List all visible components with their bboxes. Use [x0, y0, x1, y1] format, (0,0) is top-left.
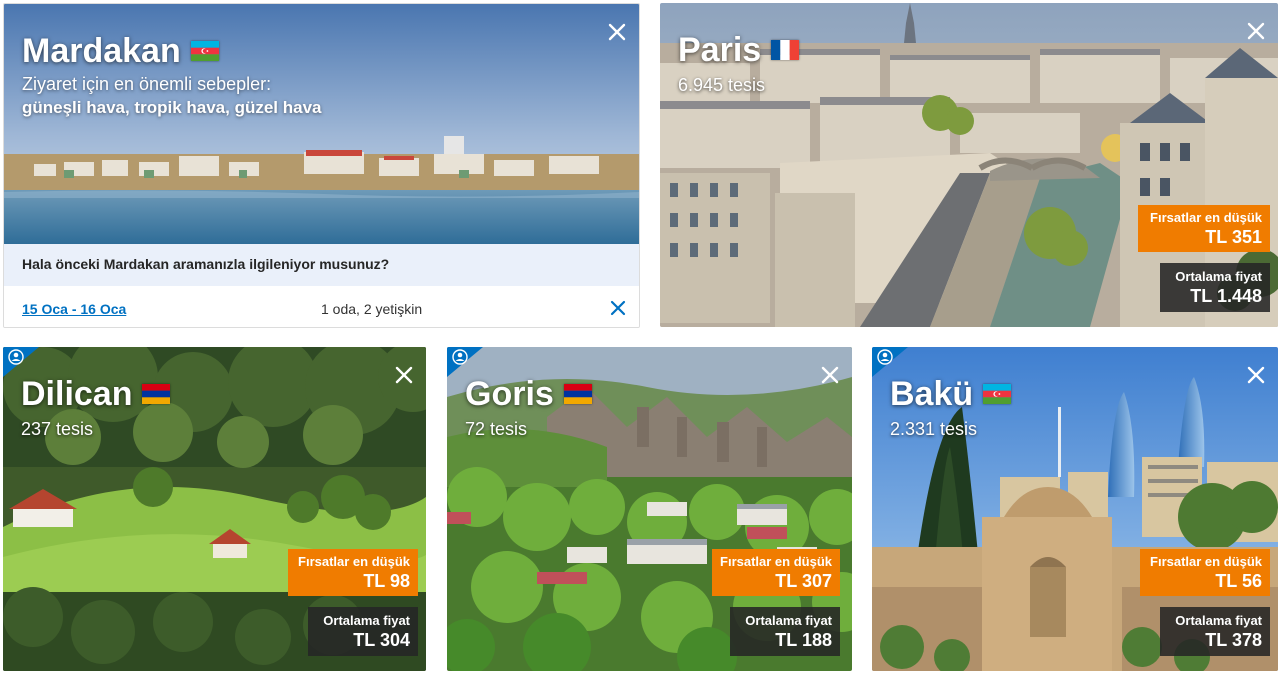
- deal-price: TL 307: [775, 571, 832, 591]
- average-price: TL 304: [353, 630, 410, 650]
- lowest-deal-badge: Fırsatlar en düşük TL 351: [1138, 205, 1270, 252]
- lowest-deal-badge: Fırsatlar en düşük TL 307: [712, 549, 840, 596]
- recent-search-badge: [3, 347, 39, 377]
- close-icon: [1247, 366, 1265, 384]
- user-icon: [3, 347, 39, 377]
- destination-name: Paris: [678, 31, 762, 69]
- destination-card-paris[interactable]: Paris 6.945 tesis Fırsatlar en düşük TL …: [660, 3, 1278, 327]
- property-count: 237 tesis: [21, 419, 94, 439]
- azerbaijan-flag-icon: [983, 384, 1012, 404]
- close-icon: [608, 23, 626, 41]
- recent-search-badge: [872, 347, 908, 377]
- deal-price: TL 351: [1205, 227, 1262, 247]
- user-icon: [872, 347, 908, 377]
- lowest-deal-badge: Fırsatlar en düşük TL 98: [288, 549, 418, 596]
- recent-search-badge: [447, 347, 483, 377]
- deal-label: Fırsatlar en düşük: [720, 554, 832, 569]
- deal-label: Fırsatlar en düşük: [1150, 210, 1262, 225]
- average-price-badge: Ortalama fiyat TL 188: [730, 607, 840, 656]
- property-count: 2.331 tesis: [890, 419, 978, 439]
- user-icon: [447, 347, 483, 377]
- remove-search-button[interactable]: [609, 299, 627, 317]
- dismiss-button[interactable]: [392, 363, 416, 387]
- average-price: TL 188: [775, 630, 832, 650]
- prompt-text: Hala önceki Mardakan aramanızla ilgileni…: [22, 256, 390, 272]
- dismiss-button[interactable]: [1244, 19, 1268, 43]
- close-icon: [395, 366, 413, 384]
- recent-search-card-mardakan[interactable]: Mardakan Ziyaret için en önemli sebepler…: [3, 3, 640, 328]
- title-row: Mardakan: [22, 32, 219, 70]
- guests-text: 1 oda, 2 yetişkin: [321, 301, 423, 317]
- france-flag-icon: [771, 40, 800, 60]
- destination-card-dilican[interactable]: Dilican 237 tesis Fırsatlar en düşük TL …: [3, 347, 426, 671]
- destination-name: Mardakan: [22, 32, 181, 70]
- average-label: Ortalama fiyat: [1175, 613, 1262, 628]
- dismiss-button[interactable]: [818, 363, 842, 387]
- deal-price: TL 98: [363, 571, 410, 591]
- average-label: Ortalama fiyat: [1175, 269, 1262, 284]
- destination-name: Dilican: [21, 375, 133, 413]
- armenia-flag-icon: [142, 384, 171, 404]
- recent-search-row: 15 Oca - 16 Oca 1 oda, 2 yetişkin: [4, 286, 639, 327]
- destination-name: Goris: [465, 375, 554, 413]
- deal-label: Fırsatlar en düşük: [1150, 554, 1262, 569]
- title-row: Paris: [678, 31, 800, 69]
- close-icon: [1247, 22, 1265, 40]
- average-label: Ortalama fiyat: [745, 613, 832, 628]
- average-price: TL 378: [1205, 630, 1262, 650]
- title-row: Bakü: [890, 375, 1012, 413]
- dismiss-button[interactable]: [1244, 363, 1268, 387]
- reasons-list: güneşli hava, tropik hava, güzel hava: [22, 98, 322, 117]
- average-price: TL 1.448: [1190, 286, 1262, 306]
- armenia-flag-icon: [563, 384, 592, 404]
- title-row: Goris: [465, 375, 592, 413]
- average-price-badge: Ortalama fiyat TL 304: [308, 607, 418, 656]
- property-count: 6.945 tesis: [678, 75, 766, 95]
- deal-label: Fırsatlar en düşük: [298, 554, 410, 569]
- deal-price: TL 56: [1215, 571, 1262, 591]
- average-price-badge: Ortalama fiyat TL 1.448: [1160, 263, 1270, 312]
- title-row: Dilican: [21, 375, 171, 413]
- reasons-heading: Ziyaret için en önemli sebepler:: [22, 74, 272, 94]
- property-count: 72 tesis: [465, 419, 528, 439]
- destination-name: Bakü: [890, 375, 974, 413]
- azerbaijan-flag-icon: [190, 41, 219, 61]
- destination-card-baku[interactable]: Bakü 2.331 tesis Fırsatlar en düşük TL 5…: [872, 347, 1278, 671]
- dates-link[interactable]: 15 Oca - 16 Oca: [22, 301, 126, 317]
- close-icon: [610, 300, 626, 316]
- close-icon: [821, 366, 839, 384]
- dismiss-button[interactable]: [605, 20, 629, 44]
- lowest-deal-badge: Fırsatlar en düşük TL 56: [1140, 549, 1270, 596]
- average-price-badge: Ortalama fiyat TL 378: [1160, 607, 1270, 656]
- destination-card-goris[interactable]: Goris 72 tesis Fırsatlar en düşük TL 307…: [447, 347, 852, 671]
- recent-search-prompt: Hala önceki Mardakan aramanızla ilgileni…: [4, 244, 639, 286]
- average-label: Ortalama fiyat: [323, 613, 410, 628]
